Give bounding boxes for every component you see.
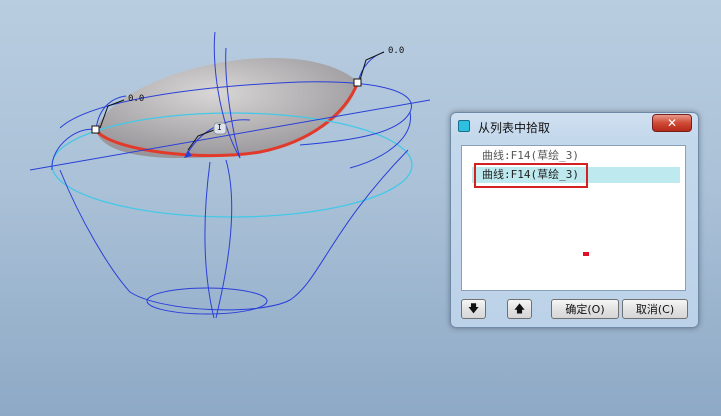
edge-handle-right — [353, 78, 362, 87]
move-down-button[interactable]: 🡇 — [461, 299, 486, 319]
dialog-titlebar[interactable]: 从列表中拾取 ✕ — [451, 113, 698, 141]
dimension-label[interactable]: 0.0 — [388, 46, 404, 56]
ok-button[interactable]: 确定(O) — [551, 299, 619, 319]
annotation-highlight-box — [474, 163, 588, 188]
cancel-button[interactable]: 取消(C) — [622, 299, 688, 319]
list-item[interactable]: 曲线:F14(草绘_3) — [482, 148, 579, 164]
drag-handle-label: I — [217, 123, 222, 132]
close-button[interactable]: ✕ — [652, 114, 692, 132]
arrow-up-icon: 🡅 — [513, 301, 526, 315]
move-up-button[interactable]: 🡅 — [507, 299, 532, 319]
dialog-app-icon — [458, 120, 470, 132]
edge-handle-left — [91, 125, 100, 134]
arrow-down-icon: 🡇 — [467, 301, 480, 315]
pick-list[interactable]: 曲线:F14(草绘_3) 曲线:F14(草绘_3) — [461, 145, 686, 291]
dialog-title: 从列表中拾取 — [478, 121, 551, 135]
red-marker — [583, 252, 589, 256]
pick-from-list-dialog: 从列表中拾取 ✕ 曲线:F14(草绘_3) 曲线:F14(草绘_3) 🡇 🡅 确… — [450, 112, 699, 328]
dimension-label[interactable]: 0.0 — [128, 94, 144, 104]
